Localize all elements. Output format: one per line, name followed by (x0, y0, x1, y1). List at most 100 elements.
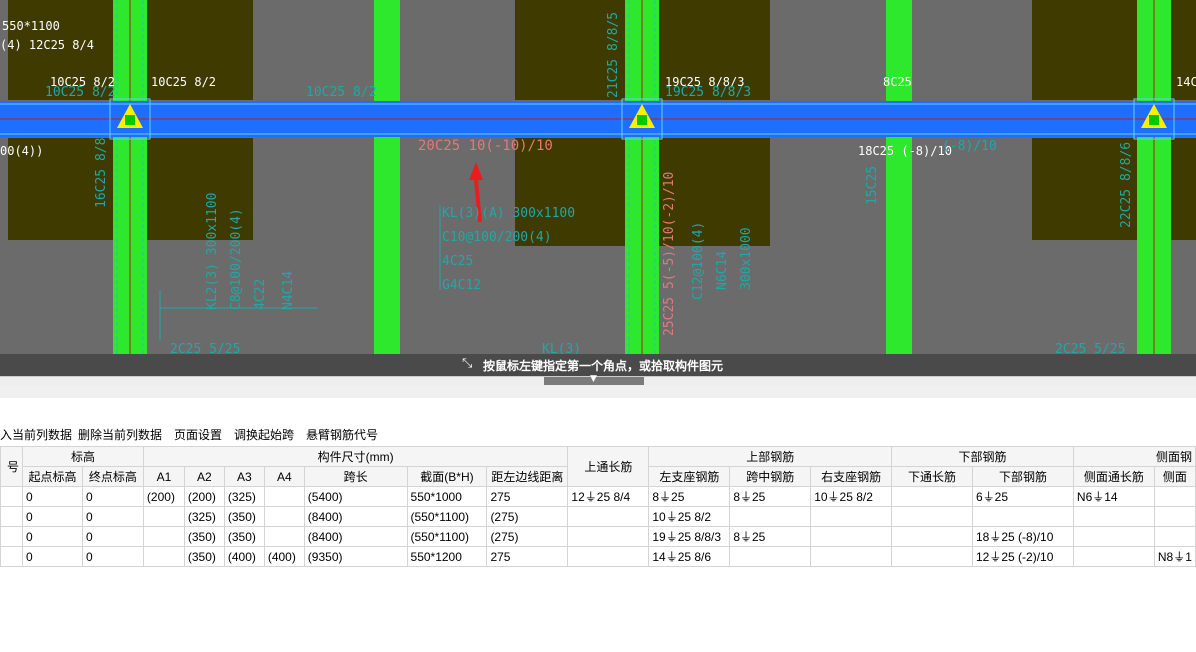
table-cell[interactable] (263, 506, 305, 527)
cad-label: G4C12 (442, 278, 482, 293)
table-cell[interactable]: 19⏚25 8/8/3 (648, 526, 731, 547)
rebar-table[interactable]: 号 标高 构件尺寸(mm) 上通长筋 上部钢筋 下部钢筋 侧面钢 起点标高 终点… (0, 446, 1196, 567)
table-cell[interactable]: 0 (21, 486, 83, 507)
table-cell[interactable]: (8400) (303, 506, 408, 527)
table-cell[interactable] (567, 526, 650, 547)
table-row[interactable]: 0 0 (200) (200) (325) (5400) 550*1000 275 12⏚25 … (0, 486, 1196, 507)
table-cell[interactable]: 550*1200 (406, 546, 488, 567)
table-cell[interactable] (567, 506, 650, 527)
table-cell[interactable]: 275 (486, 546, 569, 567)
table-cell[interactable]: 12⏚25 (-2)/10 (972, 546, 1074, 567)
table-cell[interactable] (891, 526, 973, 547)
table-cell[interactable] (0, 506, 23, 527)
table-cell[interactable]: 10⏚25 8/2 (648, 506, 731, 527)
table-cell[interactable]: 12⏚25 8/4 (567, 486, 650, 507)
table-cell[interactable]: 0 (81, 486, 144, 507)
table-cell[interactable]: N6⏚14 (1072, 486, 1155, 507)
collapse-arrow-icon[interactable]: ▼ (590, 374, 597, 384)
col-header-index: 号 (0, 446, 23, 487)
table-cell[interactable] (810, 526, 893, 547)
table-cell[interactable] (891, 486, 973, 507)
table-cell[interactable]: 14⏚25 8/6 (648, 546, 731, 567)
table-cell[interactable]: 10⏚25 8/2 (810, 486, 893, 507)
table-cell[interactable]: (400) (223, 546, 265, 567)
table-cell[interactable]: (350) (183, 546, 225, 567)
table-cell[interactable]: (9350) (303, 546, 408, 567)
table-cell[interactable]: 0 (81, 506, 144, 527)
group-header-dimensions: 构件尺寸(mm) (142, 446, 569, 467)
cad-canvas[interactable]: 550*1100 (4) 12C25 8/4 10C25 8/2 10C25 8… (0, 0, 1196, 380)
table-cell[interactable]: (5400) (303, 486, 408, 507)
cad-label: (4) 12C25 8/4 (0, 38, 94, 52)
table-cell[interactable]: (325) (223, 486, 265, 507)
table-cell[interactable]: 8⏚25 (729, 526, 812, 547)
table-cell[interactable]: 0 (81, 526, 144, 547)
column-band[interactable] (374, 0, 400, 380)
table-row[interactable]: 0 0 (350) (400) (400) (9350) 550*1200 275 14⏚25 … (0, 546, 1196, 567)
delete-column-data-button[interactable]: 删除当前列数据 (78, 426, 162, 443)
table-cell[interactable] (972, 506, 1074, 527)
table-cell[interactable] (263, 526, 305, 547)
col-header: 截面(B*H) (406, 466, 488, 487)
table-cell[interactable]: (550*1100) (406, 526, 488, 547)
insert-column-data-button[interactable]: 入当前列数据 (0, 426, 72, 443)
table-cell[interactable]: (200) (183, 486, 225, 507)
col-header: 跨中钢筋 (729, 466, 812, 487)
table-cell[interactable] (1153, 526, 1196, 547)
table-cell[interactable]: (8400) (303, 526, 408, 547)
support-node-icon (637, 115, 647, 125)
page-setup-button[interactable]: 页面设置 (174, 426, 222, 443)
table-cell[interactable] (891, 506, 973, 527)
table-cell[interactable] (1072, 546, 1155, 567)
table-cell[interactable] (0, 546, 23, 567)
table-cell[interactable] (891, 546, 973, 567)
table-cell[interactable]: (325) (183, 506, 225, 527)
col-header: 侧面 (1153, 466, 1196, 487)
table-cell[interactable] (1153, 486, 1196, 507)
table-cell[interactable] (729, 506, 812, 527)
table-cell[interactable] (142, 506, 185, 527)
table-cell[interactable] (0, 526, 23, 547)
table-cell[interactable]: (550*1100) (406, 506, 488, 527)
table-cell[interactable]: (350) (223, 506, 265, 527)
table-row[interactable]: 0 0 (350) (350) (8400) (550*1100) (275) 19⏚25 8… (0, 526, 1196, 547)
table-cell[interactable] (1072, 526, 1155, 547)
table-cell[interactable] (1072, 506, 1155, 527)
table-cell[interactable]: 0 (21, 506, 83, 527)
table-cell[interactable] (810, 546, 893, 567)
table-cell[interactable]: 18⏚25 (-8)/10 (972, 526, 1074, 547)
table-row[interactable]: 0 0 (325) (350) (8400) (550*1100) (275) 10⏚25 8… (0, 506, 1196, 527)
table-cell[interactable]: (200) (142, 486, 185, 507)
table-cell[interactable]: 6⏚25 (972, 486, 1074, 507)
table-cell[interactable]: (350) (183, 526, 225, 547)
drawing-layer[interactable] (0, 0, 1196, 380)
table-cell[interactable] (810, 506, 893, 527)
table-cell[interactable] (1153, 506, 1196, 527)
table-cell[interactable]: (350) (223, 526, 265, 547)
table-cell[interactable]: 275 (486, 486, 569, 507)
table-cell[interactable] (729, 546, 812, 567)
cantilever-rebar-code-button[interactable]: 悬臂钢筋代号 (306, 426, 378, 443)
panel-header-strip (0, 386, 1196, 398)
table-cell[interactable]: N8⏚1 (1153, 546, 1196, 567)
group-header-elevation: 标高 (21, 446, 144, 467)
cad-label-vertical: C8@100/200(4) (229, 208, 244, 310)
table-cell[interactable]: (275) (486, 526, 569, 547)
table-cell[interactable]: 8⏚25 (648, 486, 731, 507)
table-cell[interactable] (142, 526, 185, 547)
table-cell[interactable]: 0 (81, 546, 144, 567)
column-band[interactable] (886, 0, 912, 380)
table-cell[interactable]: (275) (486, 506, 569, 527)
table-cell[interactable]: 550*1000 (406, 486, 488, 507)
table-cell[interactable] (0, 486, 23, 507)
table-cell[interactable] (263, 486, 305, 507)
table-cell[interactable]: 0 (21, 526, 83, 547)
table-cell[interactable]: 0 (21, 546, 83, 567)
table-cell[interactable]: 8⏚25 (729, 486, 812, 507)
table-cell[interactable] (142, 546, 185, 567)
table-cell[interactable] (567, 546, 650, 567)
swap-start-span-button[interactable]: 调换起始跨 (234, 426, 294, 443)
table-cell[interactable]: (400) (263, 546, 305, 567)
col-header-top-continuous: 上通长筋 (567, 446, 650, 487)
splitter-grip[interactable]: ▼ (544, 374, 644, 385)
